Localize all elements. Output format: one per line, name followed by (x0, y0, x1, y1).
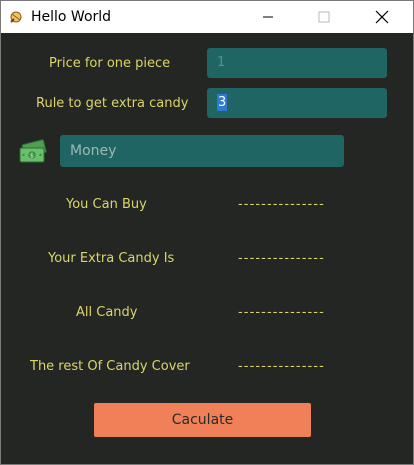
rest-cover-label: The rest Of Candy Cover (30, 359, 190, 374)
candy-icon (10, 11, 22, 23)
money-bills-icon: $ (19, 139, 47, 163)
main-content: Price for one piece 1 Rule to get extra … (1, 33, 413, 464)
minimize-button[interactable] (245, 1, 291, 33)
title-bar[interactable]: Hello World (1, 1, 413, 33)
you-can-buy-label: You Can Buy (66, 197, 147, 212)
all-candy-label: All Candy (76, 305, 138, 320)
price-field[interactable]: 1 (207, 48, 387, 78)
all-candy-value: --------------- (238, 305, 325, 320)
rule-value: 3 (217, 94, 228, 111)
maximize-icon (318, 11, 330, 23)
price-label: Price for one piece (49, 56, 171, 71)
window-title: Hello World (31, 9, 112, 25)
rest-cover-value: --------------- (238, 359, 325, 374)
extra-candy-value: --------------- (238, 251, 325, 266)
close-button[interactable] (359, 1, 405, 33)
rule-field[interactable]: 3 (207, 88, 387, 118)
money-placeholder: Money (70, 143, 117, 159)
you-can-buy-value: --------------- (238, 197, 325, 212)
rule-label: Rule to get extra candy (36, 96, 189, 111)
close-icon (375, 10, 389, 24)
price-value: 1 (217, 55, 226, 70)
extra-candy-label: Your Extra Candy Is (48, 251, 175, 266)
money-input[interactable]: Money (60, 135, 344, 167)
calculate-button[interactable]: Caculate (94, 403, 311, 437)
svg-text:$: $ (30, 152, 34, 160)
maximize-button[interactable] (301, 1, 347, 33)
app-window: Hello World Price for one piece 1 Rule t… (0, 0, 414, 465)
minimize-icon (263, 16, 273, 18)
